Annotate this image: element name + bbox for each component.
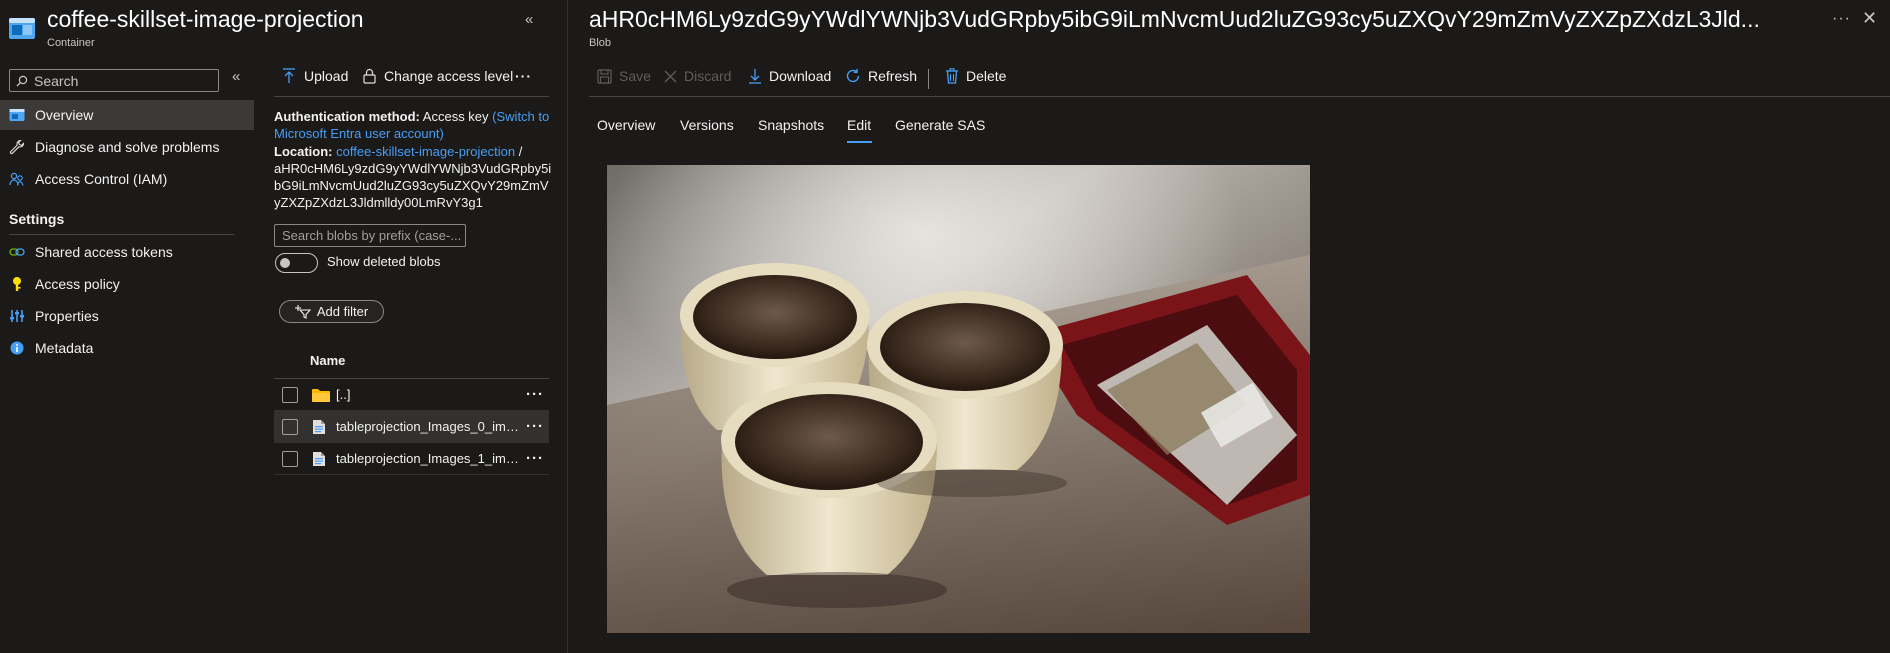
auth-method-value: Access key: [422, 109, 489, 124]
row-name[interactable]: tableprojection_Images_1_img...: [336, 451, 520, 466]
file-icon: [312, 419, 330, 435]
row-checkbox[interactable]: [282, 418, 298, 435]
divider: [274, 96, 549, 97]
show-deleted-toggle[interactable]: [275, 253, 318, 273]
menu-item-label: Access policy: [35, 276, 120, 292]
people-icon: [9, 171, 25, 187]
download-label: Download: [769, 68, 832, 84]
row-checkbox[interactable]: [282, 386, 298, 403]
upload-icon: [282, 68, 296, 84]
row-more-button[interactable]: ···: [526, 418, 544, 435]
link-icon: [9, 244, 25, 260]
menu-item-diagnose[interactable]: Diagnose and solve problems: [0, 132, 254, 162]
auth-method-label: Authentication method:: [274, 109, 420, 124]
tab-overview[interactable]: Overview: [597, 117, 655, 133]
save-button[interactable]: Save: [597, 68, 651, 84]
blob-search-input[interactable]: [282, 228, 462, 243]
close-icon: [664, 70, 677, 83]
collapse-menu-icon[interactable]: «: [232, 68, 240, 85]
save-icon: [597, 68, 612, 84]
settings-heading: Settings: [9, 211, 65, 227]
location-label: Location:: [274, 144, 333, 159]
blob-search[interactable]: [274, 224, 466, 247]
collapse-pane-icon[interactable]: «: [525, 11, 533, 28]
trash-icon: [945, 68, 959, 84]
tab-snapshots[interactable]: Snapshots: [758, 117, 824, 133]
file-icon: [312, 451, 330, 467]
search-icon: [16, 75, 28, 87]
menu-search-input[interactable]: [34, 72, 204, 89]
menu-item-label: Metadata: [35, 340, 94, 356]
blob-more-button[interactable]: ···: [1832, 10, 1851, 28]
row-checkbox[interactable]: [282, 450, 298, 467]
divider: [9, 234, 234, 235]
folder-icon: [312, 387, 330, 403]
wrench-icon: [9, 139, 25, 155]
menu-item-label: Diagnose and solve problems: [35, 139, 220, 155]
upload-button[interactable]: Upload: [282, 68, 348, 84]
row-name[interactable]: tableprojection_Images_0_img...: [336, 419, 520, 434]
more-commands-button[interactable]: ···: [515, 68, 532, 84]
menu-item-label: Access Control (IAM): [35, 171, 168, 187]
toolbar-separator: [928, 69, 929, 89]
filter-add-icon: [294, 304, 311, 319]
refresh-label: Refresh: [868, 68, 918, 84]
menu-item-shared-access-tokens[interactable]: Shared access tokens: [0, 237, 254, 267]
pane-divider: [567, 0, 568, 653]
page-title: coffee-skillset-image-projection: [47, 6, 364, 32]
row-more-button[interactable]: ···: [526, 386, 544, 403]
info-icon: [9, 340, 25, 356]
menu-item-label: Overview: [35, 107, 94, 123]
list-row-blob[interactable]: tableprojection_Images_0_img... ···: [274, 411, 549, 443]
lock-icon: [363, 68, 376, 84]
refresh-button[interactable]: Refresh: [845, 68, 917, 84]
sliders-icon: [9, 308, 25, 324]
page-subtitle: Container: [47, 37, 95, 49]
blob-title: aHR0cHM6Ly9zdG9yYWdlYWNjb3VudGRpby5ibG9i…: [589, 6, 1760, 32]
container-icon: [8, 16, 36, 40]
refresh-icon: [845, 68, 861, 84]
add-filter-button[interactable]: Add filter: [279, 300, 384, 323]
location-separator: /: [518, 144, 523, 159]
column-header-name[interactable]: Name: [310, 353, 345, 368]
menu-item-access-policy[interactable]: Access policy: [0, 269, 254, 299]
download-button[interactable]: Download: [748, 68, 831, 84]
close-button[interactable]: ✕: [1862, 8, 1877, 29]
auth-info: Authentication method: Access key (Switc…: [274, 108, 554, 211]
menu-item-overview[interactable]: Overview: [0, 100, 254, 130]
toggle-knob: [280, 258, 290, 268]
list-row-parent[interactable]: [..] ···: [274, 379, 549, 411]
tab-generate-sas[interactable]: Generate SAS: [895, 117, 985, 133]
menu-item-label: Shared access tokens: [35, 244, 173, 260]
list-row-blob[interactable]: tableprojection_Images_1_img... ···: [274, 443, 549, 475]
discard-label: Discard: [684, 68, 732, 84]
tab-versions[interactable]: Versions: [680, 117, 734, 133]
discard-button[interactable]: Discard: [664, 68, 731, 84]
blob-image-preview: [607, 165, 1310, 633]
menu-item-label: Properties: [35, 308, 99, 324]
key-icon: [9, 276, 25, 292]
download-icon: [748, 68, 762, 84]
overview-icon: [9, 107, 25, 123]
menu-search[interactable]: [9, 69, 219, 92]
row-more-button[interactable]: ···: [526, 450, 544, 467]
row-name[interactable]: [..]: [336, 387, 520, 402]
delete-label: Delete: [966, 68, 1007, 84]
location-container-link[interactable]: coffee-skillset-image-projection: [336, 144, 515, 159]
add-filter-label: Add filter: [316, 304, 369, 319]
menu-item-properties[interactable]: Properties: [0, 301, 254, 331]
divider: [589, 96, 1890, 97]
menu-item-iam[interactable]: Access Control (IAM): [0, 164, 254, 194]
active-tab-indicator: [847, 141, 872, 143]
location-path: aHR0cHM6Ly9zdG9yYWdlYWNjb3VudGRpby5ibG9i…: [274, 161, 552, 210]
change-access-level-label: Change access level: [384, 68, 514, 84]
blob-subtitle: Blob: [589, 37, 612, 49]
menu-item-metadata[interactable]: Metadata: [0, 333, 254, 363]
delete-button[interactable]: Delete: [945, 68, 1006, 84]
change-access-level-button[interactable]: Change access level: [363, 68, 513, 84]
save-label: Save: [619, 68, 651, 84]
tab-edit[interactable]: Edit: [847, 117, 871, 133]
show-deleted-label: Show deleted blobs: [327, 254, 441, 269]
upload-label: Upload: [304, 68, 349, 84]
